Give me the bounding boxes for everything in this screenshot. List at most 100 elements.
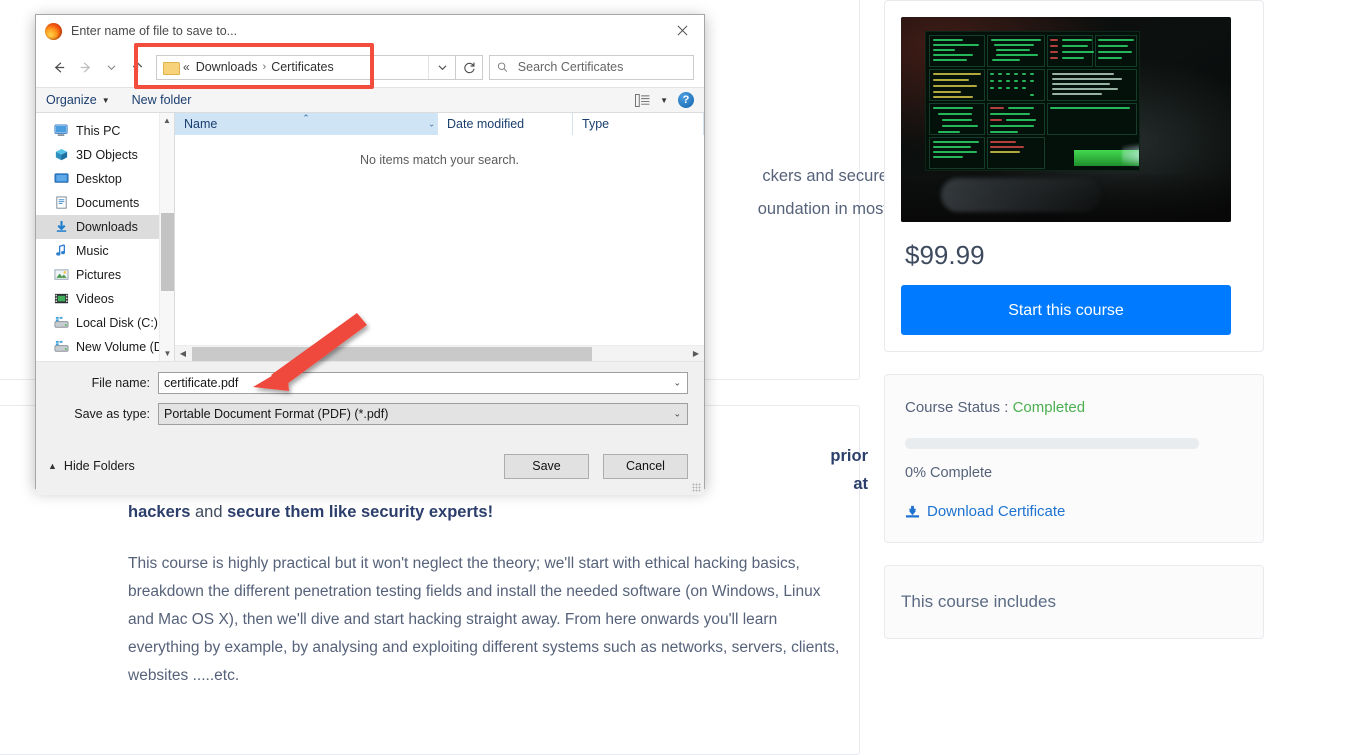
scroll-up-icon[interactable]: ▲: [160, 113, 174, 128]
save-as-type-select[interactable]: Portable Document Format (PDF) (*.pdf) ⌄: [158, 403, 688, 425]
forward-button[interactable]: [72, 54, 98, 80]
organize-menu[interactable]: Organize ▼: [46, 93, 110, 107]
breadcrumb-path[interactable]: « Downloads › Certificates: [156, 54, 456, 80]
empty-list-message: No items match your search.: [359, 153, 520, 167]
tree-item-local-disk-c[interactable]: Local Disk (C:): [36, 311, 174, 335]
recent-locations-button[interactable]: [98, 54, 124, 80]
tree-item-label: Pictures: [76, 268, 122, 282]
navigation-bar: « Downloads › Certificates: [36, 47, 704, 87]
save-as-type-row: Save as type: Portable Document Format (…: [36, 402, 704, 426]
resize-grip[interactable]: [692, 483, 701, 492]
description-paragraph: This course is highly practical but it w…: [128, 555, 840, 684]
breadcrumb: « Downloads › Certificates: [183, 60, 334, 74]
scroll-down-icon[interactable]: ▼: [160, 346, 175, 361]
breadcrumb-dropdown-button[interactable]: [428, 55, 455, 79]
dialog-title-bar: Enter name of file to save to...: [36, 15, 704, 47]
dialog-footer: ▲ Hide Folders Save Cancel: [36, 437, 704, 495]
back-button[interactable]: [46, 54, 72, 80]
tree-item-label: Local Disk (C:): [76, 316, 158, 330]
column-filter-icon[interactable]: ⌄: [428, 120, 435, 129]
breadcrumb-item-downloads[interactable]: Downloads: [196, 60, 258, 74]
course-status-label: Course Status :: [905, 399, 1009, 416]
refresh-icon: [463, 61, 475, 73]
course-thumbnail-image: [901, 17, 1231, 222]
course-includes-card: This course includes: [884, 565, 1264, 639]
course-status-line: Course Status : Completed: [905, 399, 1243, 416]
tree-item-music[interactable]: Music: [36, 239, 174, 263]
chevron-down-icon[interactable]: ⌄: [673, 378, 681, 389]
file-name-input[interactable]: certificate.pdf ⌄: [158, 372, 688, 394]
cancel-button[interactable]: Cancel: [603, 453, 688, 479]
tree-scroll-thumb[interactable]: [161, 213, 174, 291]
toolbar-right-group: ▼ ?: [635, 92, 694, 108]
tree-item-new-volume-d[interactable]: New Volume (D:): [36, 335, 174, 359]
download-certificate-link[interactable]: Download Certificate: [905, 503, 1243, 520]
progress-bar: [905, 438, 1199, 449]
tree-scrollbar[interactable]: ▲ ▼: [159, 113, 174, 361]
pc-icon: [54, 124, 69, 138]
column-header-date-modified[interactable]: Date modified: [438, 113, 573, 135]
file-name-row: File name: certificate.pdf ⌄: [36, 371, 704, 395]
tree-item-downloads[interactable]: Downloads: [36, 215, 174, 239]
hide-folders-toggle[interactable]: ▲ Hide Folders: [48, 459, 135, 473]
dialog-toolbar: Organize ▼ New folder ▼ ?: [36, 87, 704, 113]
back-arrow-icon: [54, 61, 64, 73]
music-icon: [54, 244, 69, 258]
new-folder-button[interactable]: New folder: [132, 93, 192, 107]
tree-item-label: 3D Objects: [76, 148, 138, 162]
breadcrumb-overflow-icon[interactable]: «: [183, 60, 190, 74]
course-price: $99.99: [905, 240, 985, 270]
file-name-label: File name:: [91, 376, 150, 390]
disk-icon: [54, 340, 69, 354]
search-box[interactable]: [489, 54, 694, 80]
tree-item-label: This PC: [76, 124, 121, 138]
monitor-screen: [925, 31, 1140, 171]
desktop-icon: [54, 172, 69, 186]
up-arrow-icon: [132, 61, 142, 72]
course-status-value: Completed: [1012, 399, 1086, 416]
course-includes-title: This course includes: [901, 592, 1056, 611]
chevron-down-icon: ▼: [101, 95, 110, 105]
purchase-card: $99.99 Start this course: [884, 0, 1264, 352]
hand-blur: [941, 178, 1101, 212]
view-dropdown-icon[interactable]: ▼: [660, 96, 668, 105]
file-list-hscrollbar[interactable]: ◀ ▶: [175, 345, 704, 361]
save-as-type-value: Portable Document Format (PDF) (*.pdf): [164, 407, 389, 421]
column-header-type[interactable]: Type: [573, 113, 704, 135]
column-header-label: Date modified: [447, 117, 525, 131]
disk-icon: [54, 316, 69, 330]
tree-item-label: Downloads: [76, 220, 138, 234]
search-input[interactable]: [515, 59, 686, 75]
3d-objects-icon: [54, 148, 69, 162]
download-certificate-label: Download Certificate: [927, 503, 1066, 520]
up-one-level-button[interactable]: [124, 54, 150, 80]
tree-item-videos[interactable]: Videos: [36, 287, 174, 311]
bold-line-middle: and: [190, 503, 228, 521]
tree-item-label: Videos: [76, 292, 114, 306]
refresh-button[interactable]: [456, 54, 483, 80]
column-header-name[interactable]: Name ⌃ ⌄: [175, 113, 438, 135]
thumbnail-wrapper: [901, 17, 1231, 222]
sort-ascending-icon: ⌃: [302, 113, 310, 123]
save-as-type-label: Save as type:: [74, 407, 150, 421]
pictures-icon: [54, 268, 69, 282]
bold-secure: secure them like security experts!: [227, 503, 494, 521]
breadcrumb-item-certificates[interactable]: Certificates: [271, 60, 334, 74]
tree-item-pictures[interactable]: Pictures: [36, 263, 174, 287]
new-folder-label: New folder: [131, 93, 192, 107]
tree-item-this-pc[interactable]: This PC: [36, 119, 174, 143]
save-button[interactable]: Save: [504, 453, 589, 479]
view-layout-icon[interactable]: [635, 93, 650, 107]
tree-item-documents[interactable]: Documents: [36, 191, 174, 215]
close-button[interactable]: [660, 15, 704, 46]
tree-item-3d-objects[interactable]: 3D Objects: [36, 143, 174, 167]
scroll-left-icon[interactable]: ◀: [175, 346, 191, 362]
folder-icon: [163, 61, 180, 75]
scroll-right-icon[interactable]: ▶: [688, 346, 704, 362]
start-this-course-button[interactable]: Start this course: [901, 285, 1231, 335]
help-button[interactable]: ?: [678, 92, 694, 108]
course-status-card: Course Status : Completed 0% Complete Do…: [884, 374, 1264, 543]
tree-item-desktop[interactable]: Desktop: [36, 167, 174, 191]
chevron-down-icon[interactable]: ⌄: [673, 409, 681, 420]
hscroll-thumb[interactable]: [192, 346, 592, 361]
